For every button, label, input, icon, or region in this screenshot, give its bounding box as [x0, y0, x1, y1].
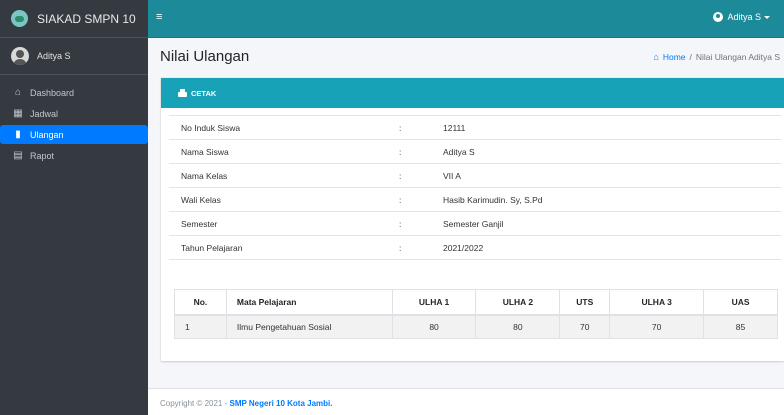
user-panel[interactable]: Aditya S — [0, 38, 148, 75]
cell-uts: 70 — [559, 314, 611, 339]
info-label: Tahun Pelajaran — [169, 235, 399, 260]
caret-down-icon — [764, 15, 770, 19]
info-row: Wali Kelas : Hasib Karimudin. Sy, S.Pd — [169, 187, 781, 212]
column-header-uts: UTS — [559, 289, 611, 316]
info-label: Nama Kelas — [169, 163, 399, 188]
info-colon: : — [399, 235, 443, 260]
info-colon: : — [399, 139, 443, 164]
table-header-row: No. Mata Pelajaran ULHA 1 ULHA 2 UTS ULH… — [174, 289, 778, 316]
cell-ulha2: 80 — [475, 314, 561, 339]
info-label: No Induk Siswa — [169, 115, 399, 140]
column-header-subject: Mata Pelajaran — [225, 289, 393, 316]
menu-toggle-icon[interactable]: ≡ — [156, 11, 166, 23]
grades-table: No. Mata Pelajaran ULHA 1 ULHA 2 UTS ULH… — [174, 289, 778, 339]
info-row: Nama Kelas : VII A — [169, 163, 781, 188]
info-value: Aditya S — [443, 139, 781, 164]
avatar — [11, 47, 29, 65]
calendar-icon: ▦ — [13, 108, 23, 119]
top-navbar: ≡ Aditya S — [148, 0, 784, 38]
info-row: Semester : Semester Ganjil — [169, 211, 781, 236]
column-header-ulha1: ULHA 1 — [391, 289, 477, 316]
sidebar-item-label: Rapot — [30, 150, 55, 161]
sidebar-item-label: Dashboard — [30, 87, 75, 98]
info-row: Nama Siswa : Aditya S — [169, 139, 781, 164]
info-value: 12111 — [443, 115, 781, 140]
sidebar-item-label: Jadwal — [30, 108, 59, 119]
column-header-ulha2: ULHA 2 — [475, 289, 561, 316]
table-row: 1 Ilmu Pengetahuan Sosial 80 80 70 70 85 — [174, 314, 778, 339]
info-colon: : — [399, 187, 443, 212]
breadcrumb-current: Nilai Ulangan Aditya S — [695, 52, 780, 62]
sidebar-item-label: Ulangan — [30, 129, 64, 140]
cell-ulha1: 80 — [391, 314, 477, 339]
grades-card: CETAK No Induk Siswa : 12111 Nama Siswa … — [161, 78, 784, 361]
breadcrumb-home-link[interactable]: Home — [663, 52, 686, 62]
column-header-ulha3: ULHA 3 — [609, 289, 705, 316]
user-circle-icon — [713, 12, 724, 22]
sidebar-nav: ⌂ Dashboard ▦ Jadwal ▮ Ulangan ▤ Rapot — [0, 75, 148, 165]
print-button-label: CETAK — [191, 88, 217, 98]
footer: Copyright © 2021 - SMP Negeri 10 Kota Ja… — [148, 388, 784, 415]
info-row: No Induk Siswa : 12111 — [169, 115, 781, 140]
column-header-no: No. — [174, 289, 227, 316]
content-header: Nilai Ulangan ⌂ Home / Nilai Ulangan Adi… — [148, 38, 784, 78]
home-icon: ⌂ — [653, 52, 659, 62]
info-value: Semester Ganjil — [443, 211, 781, 236]
print-button[interactable]: CETAK — [178, 89, 216, 98]
brand-title: SIAKAD SMPN 10 — [37, 11, 136, 26]
page-title: Nilai Ulangan — [160, 48, 250, 65]
sidebar-item-jadwal[interactable]: ▦ Jadwal — [0, 104, 148, 123]
sidebar-user-name: Aditya S — [37, 51, 71, 61]
cell-no: 1 — [174, 314, 227, 339]
column-header-uas: UAS — [703, 289, 778, 316]
info-label: Semester — [169, 211, 399, 236]
info-colon: : — [399, 115, 443, 140]
info-colon: : — [399, 163, 443, 188]
cell-ulha3: 70 — [609, 314, 705, 339]
school-logo-icon — [11, 10, 28, 27]
info-value: Hasib Karimudin. Sy, S.Pd — [443, 187, 781, 212]
student-info-table: No Induk Siswa : 12111 Nama Siswa : Adit… — [169, 115, 781, 260]
cell-uas: 85 — [703, 314, 778, 339]
info-colon: : — [399, 211, 443, 236]
info-label: Nama Siswa — [169, 139, 399, 164]
file-icon: ▮ — [15, 129, 21, 140]
info-label: Wali Kelas — [169, 187, 399, 212]
user-dropdown[interactable]: Aditya S — [713, 12, 770, 22]
sidebar-item-dashboard[interactable]: ⌂ Dashboard — [0, 83, 148, 102]
info-row: Tahun Pelajaran : 2021/2022 — [169, 235, 781, 260]
info-value: 2021/2022 — [443, 235, 781, 260]
topbar-user-name: Aditya S — [727, 12, 761, 22]
sidebar: Aditya S ⌂ Dashboard ▦ Jadwal ▮ Ulangan … — [0, 38, 148, 415]
breadcrumb-separator: / — [689, 52, 692, 62]
sidebar-item-rapot[interactable]: ▤ Rapot — [0, 146, 148, 165]
brand-logo-area[interactable]: SIAKAD SMPN 10 — [0, 0, 148, 38]
home-icon: ⌂ — [14, 87, 22, 98]
sidebar-item-ulangan[interactable]: ▮ Ulangan — [0, 125, 148, 144]
breadcrumb: ⌂ Home / Nilai Ulangan Aditya S — [653, 52, 780, 62]
info-value: VII A — [443, 163, 781, 188]
card-header: CETAK — [161, 78, 784, 108]
document-icon: ▤ — [13, 150, 23, 161]
cell-subject: Ilmu Pengetahuan Sosial — [225, 314, 393, 339]
printer-icon — [178, 89, 187, 97]
footer-school-link[interactable]: SMP Negeri 10 Kota Jambi. — [229, 399, 332, 408]
footer-copyright: Copyright © 2021 - — [160, 399, 230, 408]
